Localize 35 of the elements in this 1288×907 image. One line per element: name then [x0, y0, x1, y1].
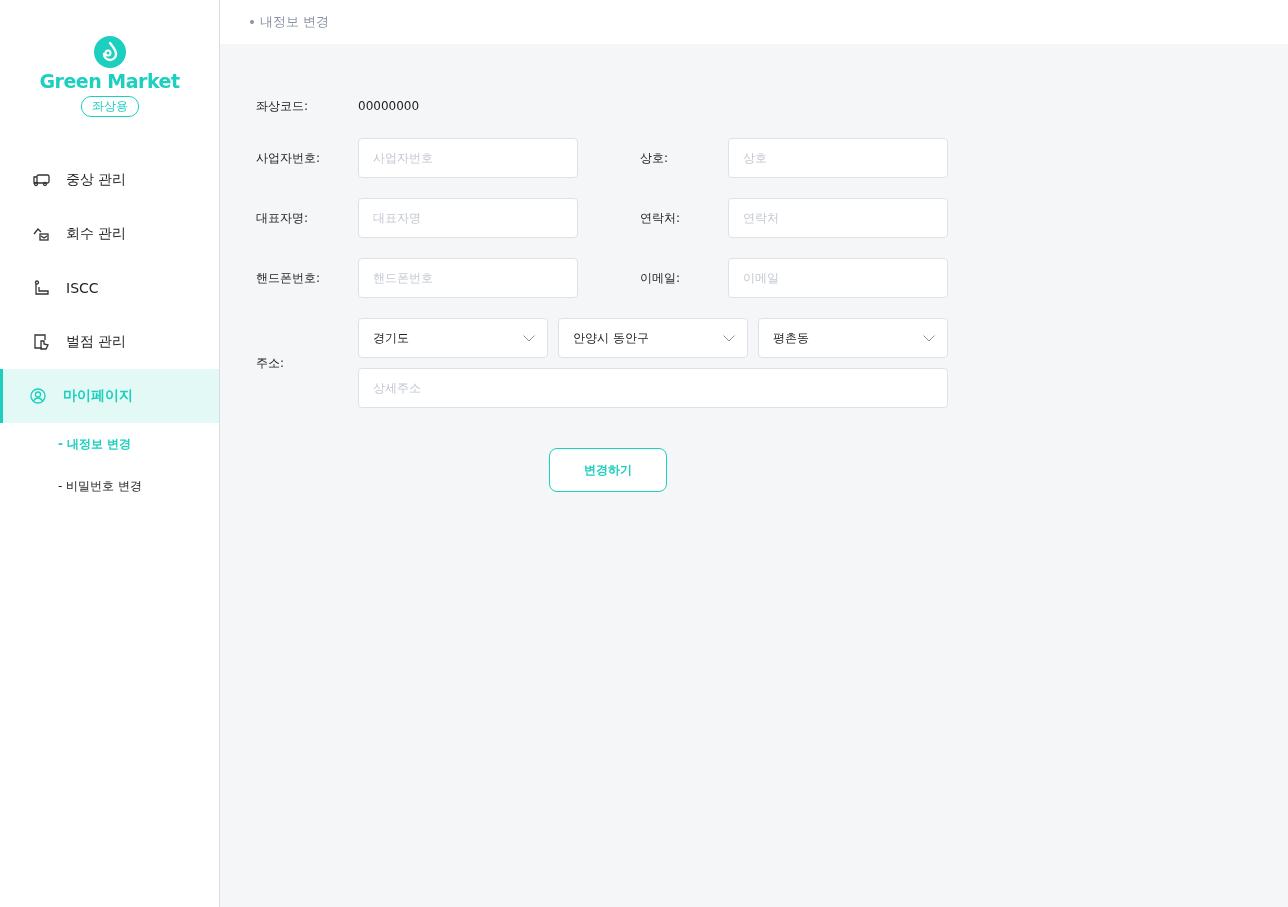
dropdown[interactable]: 경기도 — [358, 318, 548, 358]
chevron-down-icon — [923, 334, 935, 342]
breadcrumb: 내정보 변경 — [260, 13, 330, 31]
logo-badge: 좌상용 — [80, 96, 139, 117]
bullet-icon — [250, 20, 254, 24]
field-label: 연락처: — [640, 209, 682, 227]
dropdown[interactable]: 안양시 동안구 — [558, 318, 748, 358]
nav-item[interactable]: 회수 관리 — [0, 207, 219, 261]
input-field[interactable]: 대표자명 — [358, 198, 578, 238]
chevron-down-icon — [523, 334, 535, 342]
field-label: 대표자명: — [256, 209, 310, 227]
input-field[interactable]: 사업자번호 — [358, 138, 578, 178]
input-field[interactable]: 상호 — [728, 138, 948, 178]
logo-title: Green Market — [39, 70, 180, 92]
nav-item[interactable]: ISCC — [0, 261, 219, 315]
field-label: 좌상코드: — [256, 97, 310, 115]
field-label: 주소: — [256, 354, 286, 372]
nav-item[interactable]: 벌점 관리 — [0, 315, 219, 369]
field-label: 사업자번호: — [256, 149, 322, 167]
field-label: 이메일: — [640, 269, 682, 287]
chevron-down-icon — [723, 334, 735, 342]
nav-item[interactable]: 중상 관리 — [0, 153, 219, 207]
droplet-logo-icon — [93, 36, 126, 68]
input-field[interactable]: 이메일 — [728, 258, 948, 298]
code-value: 00000000 — [358, 99, 420, 113]
truck-icon — [32, 171, 50, 189]
field-label: 상호: — [640, 149, 670, 167]
hand-document-icon — [32, 333, 50, 351]
input-field[interactable]: 상세주소 — [358, 368, 948, 408]
submenu-item[interactable]: - 비밀번호 변경 — [0, 465, 219, 507]
field-label: 핸드폰번호: — [256, 269, 322, 287]
user-icon — [29, 387, 47, 405]
input-field[interactable]: 핸드폰번호 — [358, 258, 578, 298]
input-field[interactable]: 연락처 — [728, 198, 948, 238]
dropdown[interactable]: 평촌동 — [758, 318, 948, 358]
